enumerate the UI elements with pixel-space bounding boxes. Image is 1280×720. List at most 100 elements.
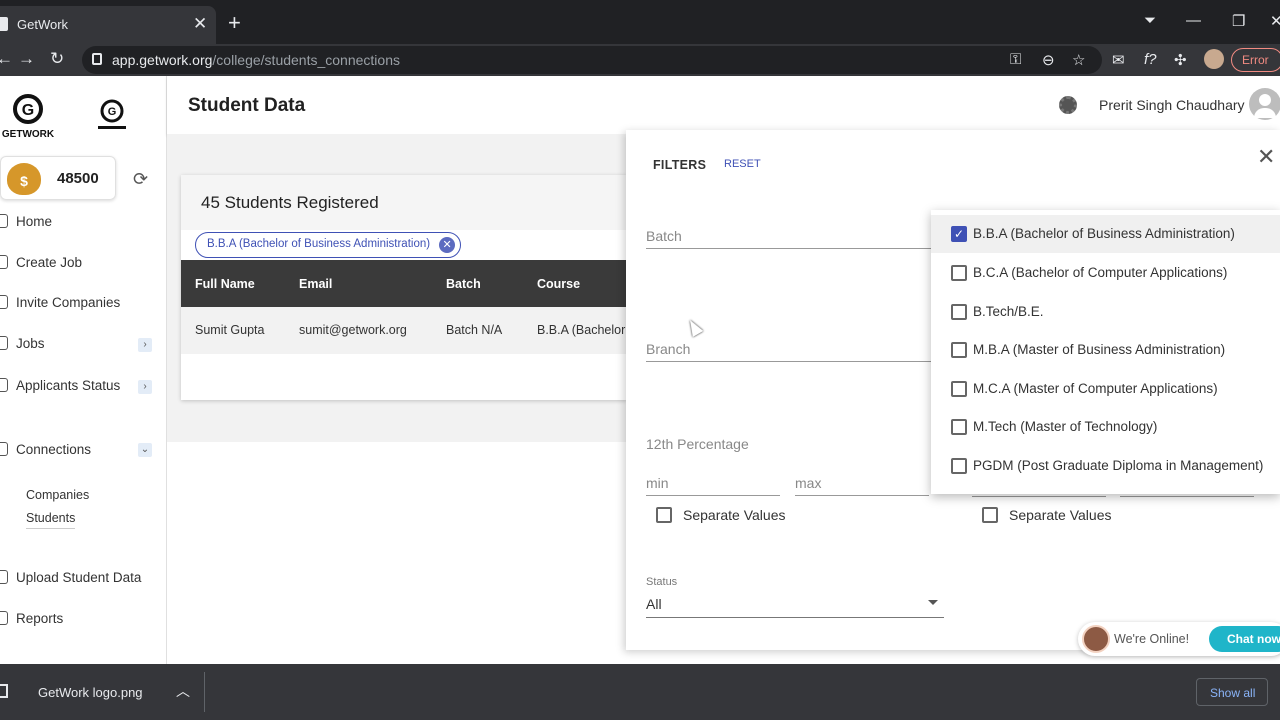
sidebar-item-label: Home xyxy=(16,213,53,229)
percentage-min-input[interactable]: min xyxy=(646,475,780,496)
restore-icon[interactable]: ❐ xyxy=(1232,12,1245,30)
checkbox-icon xyxy=(951,458,967,474)
sidebar-item-label: Invite Companies xyxy=(16,294,121,310)
students-count-title: 45 Students Registered xyxy=(181,175,627,230)
checkbox-icon xyxy=(951,381,967,397)
sidebar-item-home[interactable]: Home xyxy=(0,213,52,235)
course-filter-chip[interactable]: B.B.A (Bachelor of Business Administrati… xyxy=(195,232,462,258)
page-header: Student Data Prerit Singh Chaudhary xyxy=(167,76,1280,134)
sidebar-subitem-companies[interactable]: Companies xyxy=(26,488,89,502)
checkbox-icon xyxy=(951,419,967,435)
column-header-email[interactable]: Email xyxy=(299,277,332,291)
connections-collapse-chevron-icon[interactable]: ⌄ xyxy=(138,443,152,457)
extension-formula-icon[interactable]: f? xyxy=(1144,51,1157,68)
applicants-expand-chevron-icon[interactable]: › xyxy=(138,380,152,394)
minimize-icon[interactable]: — xyxy=(1186,12,1201,29)
money-bag-icon: $ xyxy=(7,163,41,195)
extensions-puzzle-icon[interactable]: ✣ xyxy=(1174,51,1187,69)
chevron-up-icon[interactable]: ︿ xyxy=(176,681,190,701)
url-domain: app.getwork.org xyxy=(112,52,213,68)
jobs-expand-chevron-icon[interactable]: › xyxy=(138,338,152,352)
course-option-label: M.B.A (Master of Business Administration… xyxy=(973,342,1226,357)
chat-widget[interactable]: We're Online! Chat now xyxy=(1078,622,1280,656)
course-option[interactable]: M.C.A (Master of Computer Applications) xyxy=(931,370,1280,408)
sidebar-item-label: Applicants Status xyxy=(16,377,121,393)
column-header-batch[interactable]: Batch xyxy=(446,277,481,291)
extension-mail-icon[interactable]: ✉ xyxy=(1112,51,1125,69)
course-option[interactable]: B.C.A (Bachelor of Computer Applications… xyxy=(931,254,1280,292)
sidebar-subitem-students[interactable]: Students xyxy=(26,511,76,529)
checkbox-checked-icon: ✓ xyxy=(951,226,967,242)
separate-values-label-left: Separate Values xyxy=(683,507,786,523)
course-option[interactable]: PGDM (Post Graduate Diploma in Managemen… xyxy=(931,447,1280,485)
status-label: Status xyxy=(646,576,678,588)
tab-close-icon[interactable]: ✕ xyxy=(193,14,207,34)
page-title: Student Data xyxy=(188,95,306,116)
column-header-full-name[interactable]: Full Name xyxy=(195,277,255,291)
sidebar-item-applicants-status[interactable]: Applicants Status xyxy=(0,377,120,399)
url-text: app.getwork.org/college/students_connect… xyxy=(112,52,400,68)
course-option[interactable]: B.Tech/B.E. xyxy=(931,293,1280,331)
column-header-course[interactable]: Course xyxy=(537,277,580,291)
sidebar-item-upload-student-data[interactable]: Upload Student Data xyxy=(0,569,141,591)
new-tab-button[interactable]: + xyxy=(228,12,241,34)
course-option-label: B.C.A (Bachelor of Computer Applications… xyxy=(973,265,1228,280)
sidebar: G GETWORK G $ 48500 ⟳ Home Create Job In… xyxy=(0,76,167,664)
profile-avatar-icon[interactable] xyxy=(1204,49,1224,69)
show-all-button[interactable]: Show all xyxy=(1196,678,1268,706)
zoom-icon[interactable]: ⊖ xyxy=(1042,51,1055,69)
avatar[interactable] xyxy=(1249,88,1280,120)
downloads-bar: GetWork logo.png ︿ Show all xyxy=(0,664,1280,720)
theme-toggle-icon[interactable] xyxy=(1059,96,1077,114)
credits-amount: 48500 xyxy=(57,170,99,187)
separate-values-label-right: Separate Values xyxy=(1009,507,1112,523)
course-option[interactable]: M.B.A (Master of Business Administration… xyxy=(931,331,1280,369)
cell-full-name: Sumit Gupta xyxy=(195,323,265,337)
table-row[interactable]: Sumit Gupta sumit@getwork.org Batch N/A … xyxy=(181,307,627,354)
getwork-logo: G GETWORK xyxy=(2,94,54,140)
close-window-icon[interactable]: ✕ xyxy=(1270,12,1280,30)
reset-button[interactable]: RESET xyxy=(724,158,761,170)
forward-icon[interactable]: → xyxy=(18,49,35,69)
applicants-icon xyxy=(0,378,8,393)
batch-select[interactable]: Batch xyxy=(646,228,946,249)
status-select[interactable]: All xyxy=(646,596,944,618)
profile-menu-icon[interactable]: ⏷ xyxy=(1144,12,1156,29)
tab-title: GetWork xyxy=(17,17,69,32)
star-icon[interactable]: ☆ xyxy=(1072,51,1085,69)
separate-values-checkbox-right[interactable] xyxy=(982,507,998,523)
error-button[interactable]: Error xyxy=(1231,48,1280,72)
sidebar-item-reports[interactable]: Reports xyxy=(0,610,63,632)
separate-values-checkbox-left[interactable] xyxy=(656,507,672,523)
checkbox-icon xyxy=(951,265,967,281)
download-file-name[interactable]: GetWork logo.png xyxy=(38,685,143,700)
sidebar-item-connections[interactable]: Connections xyxy=(0,441,91,463)
connections-icon xyxy=(0,442,8,457)
chat-now-button[interactable]: Chat now xyxy=(1209,626,1280,652)
svg-text:G: G xyxy=(22,102,34,119)
browser-tab[interactable]: GetWork ✕ xyxy=(0,6,216,44)
sidebar-item-create-job[interactable]: Create Job xyxy=(0,254,82,276)
sidebar-item-invite-companies[interactable]: Invite Companies xyxy=(0,294,120,316)
address-bar[interactable]: app.getwork.org/college/students_connect… xyxy=(82,46,1102,74)
divider xyxy=(204,672,205,712)
sidebar-item-label: Jobs xyxy=(16,335,45,351)
key-icon[interactable]: ⚿ xyxy=(1010,51,1021,68)
svg-text:GETWORK: GETWORK xyxy=(2,129,54,140)
chip-remove-icon[interactable]: ✕ xyxy=(439,237,456,253)
browser-toolbar: ← → ↻ app.getwork.org/college/students_c… xyxy=(0,44,1280,76)
refresh-credits-icon[interactable]: ⟳ xyxy=(133,169,148,190)
user-name[interactable]: Prerit Singh Chaudhary xyxy=(1099,97,1245,113)
reload-icon[interactable]: ↻ xyxy=(50,49,64,69)
upload-icon xyxy=(0,570,8,585)
sidebar-item-jobs[interactable]: Jobs xyxy=(0,335,45,357)
course-dropdown: ✓ B.B.A (Bachelor of Business Administrat… xyxy=(931,210,1280,494)
close-filters-icon[interactable]: ✕ xyxy=(1257,144,1275,170)
branch-select[interactable]: Branch xyxy=(646,341,946,362)
cell-course: B.B.A (Bachelor xyxy=(537,323,626,337)
course-option[interactable]: M.Tech (Master of Technology) xyxy=(931,408,1280,446)
back-icon[interactable]: ← xyxy=(0,49,13,69)
sidebar-item-label: Reports xyxy=(16,610,64,626)
percentage-max-input[interactable]: max xyxy=(795,475,929,496)
course-option[interactable]: ✓ B.B.A (Bachelor of Business Administrat… xyxy=(931,215,1280,253)
